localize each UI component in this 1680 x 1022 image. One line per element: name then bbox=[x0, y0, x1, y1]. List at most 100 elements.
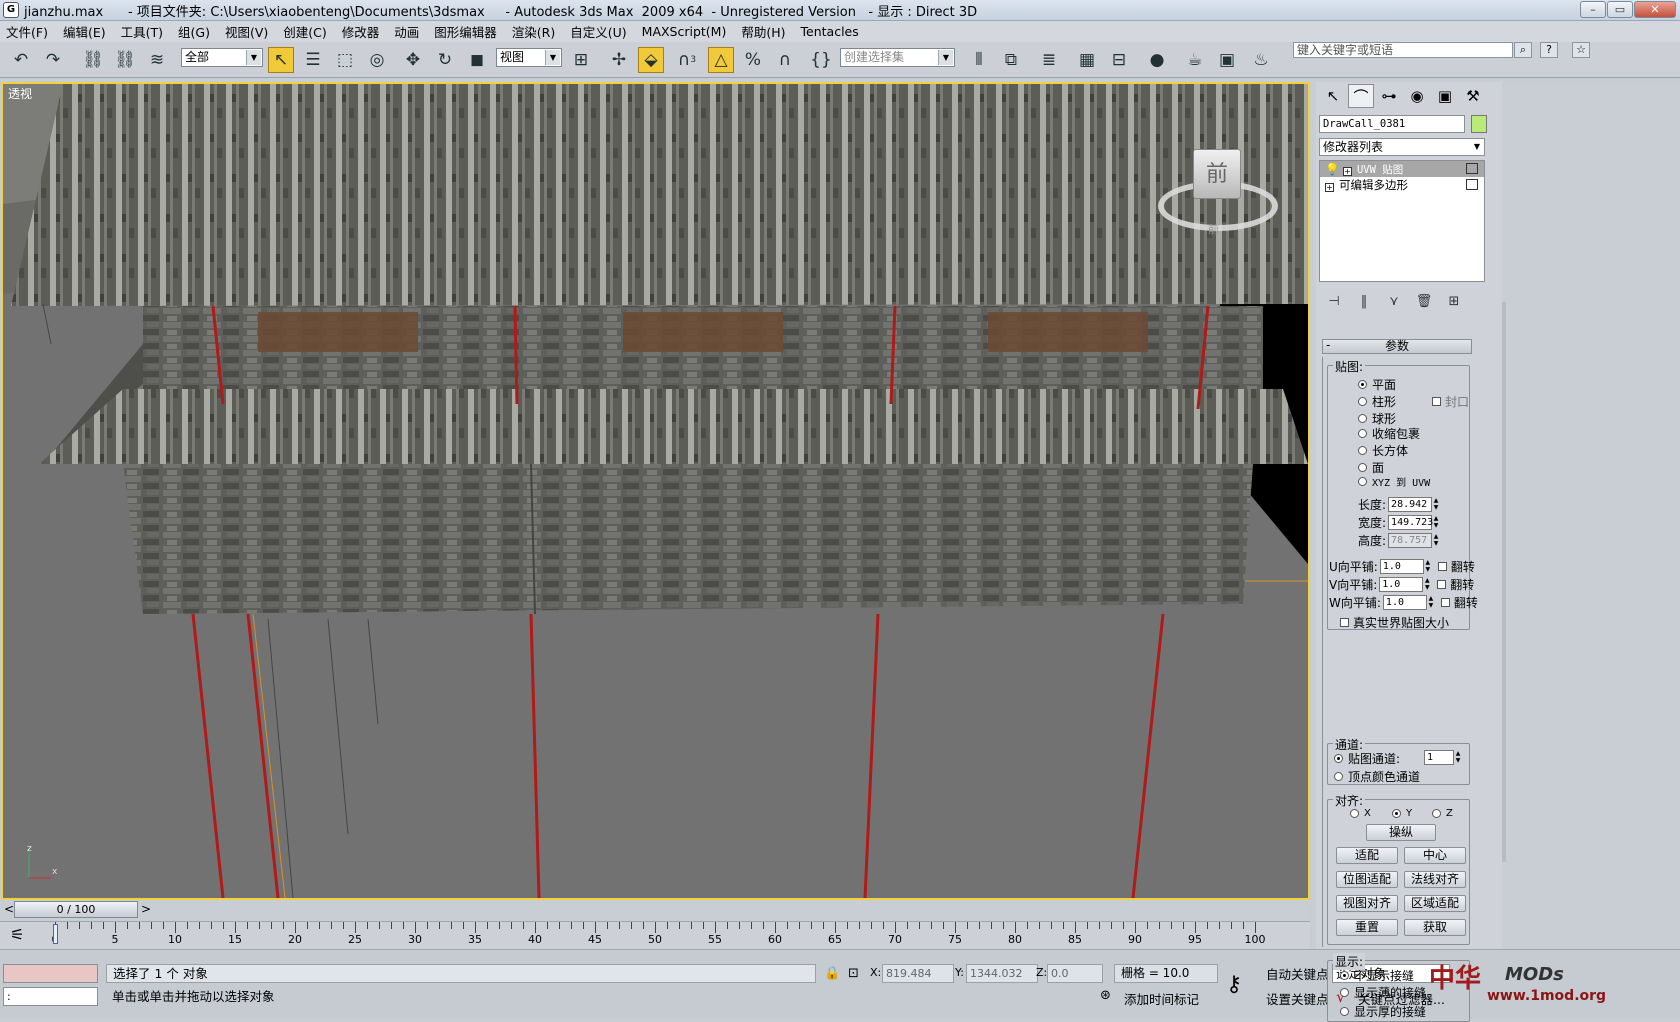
x-coord-field[interactable]: 819.484 bbox=[882, 964, 954, 983]
length-value[interactable]: 28.942 bbox=[1388, 497, 1433, 512]
bitmap-fit-button[interactable]: 位图适配 bbox=[1336, 871, 1398, 888]
render-setup-icon[interactable]: ☕ bbox=[1182, 47, 1208, 73]
map-channel-spinner[interactable]: 1 ▲ ▼ bbox=[1422, 750, 1468, 765]
menu-maxscript[interactable]: MAXScript(M) bbox=[642, 24, 727, 39]
app-icon[interactable]: G bbox=[3, 2, 19, 18]
width-spinner[interactable]: 宽度: 149.723 ▲ ▼ bbox=[1358, 514, 1446, 531]
pivot-center-icon[interactable]: ⊞ bbox=[568, 47, 594, 73]
length-spinner[interactable]: 长度: 28.942 ▲ ▼ bbox=[1358, 496, 1446, 513]
spinner-arrows-icon[interactable]: ▲ ▼ bbox=[1432, 533, 1440, 548]
bind-spacewarp-icon[interactable]: ≋ bbox=[144, 47, 170, 73]
menu-edit[interactable]: 编辑(E) bbox=[63, 22, 106, 41]
lock-icon[interactable]: 🔒 bbox=[824, 966, 840, 981]
align-x-radio[interactable]: X bbox=[1350, 808, 1371, 819]
height-value[interactable]: 78.757 bbox=[1388, 533, 1433, 548]
object-color-swatch[interactable] bbox=[1471, 115, 1487, 133]
material-editor-icon[interactable]: ● bbox=[1144, 47, 1170, 73]
rect-selection-icon[interactable]: ⬚ bbox=[332, 47, 358, 73]
curve-editor-icon[interactable]: ▦ bbox=[1074, 47, 1100, 73]
reset-button[interactable]: 重置 bbox=[1336, 919, 1398, 936]
real-world-checkbox[interactable]: 真实世界贴图大小 bbox=[1340, 614, 1449, 631]
modifier-stack[interactable]: 💡 + UVW 贴图 + 可编辑多边形 bbox=[1319, 160, 1485, 282]
spinner-arrows-icon[interactable]: ▲ ▼ bbox=[1427, 595, 1435, 610]
add-time-tag-button[interactable]: 添加时间标记 bbox=[1124, 989, 1199, 1008]
absolute-mode-icon[interactable]: ⊡ bbox=[848, 966, 859, 981]
height-spinner[interactable]: 高度: 78.757 ▲ ▼ bbox=[1358, 532, 1446, 549]
edit-named-sel-icon[interactable]: {} bbox=[808, 47, 834, 73]
make-unique-icon[interactable]: ⋎ bbox=[1379, 294, 1409, 309]
spinner-arrows-icon[interactable]: ▲ ▼ bbox=[1432, 497, 1440, 512]
snap-toggle-icon[interactable]: ∩ 3 bbox=[674, 47, 700, 73]
u-tile-value[interactable]: 1.0 bbox=[1379, 559, 1424, 574]
show-end-result-icon[interactable]: ‖ bbox=[1349, 294, 1379, 309]
map-shrinkwrap-radio[interactable]: 收缩包裹 bbox=[1358, 425, 1420, 442]
z-coord-field[interactable]: 0.0 bbox=[1047, 964, 1103, 983]
quick-render-icon[interactable]: ♨ bbox=[1248, 47, 1274, 73]
search-icon[interactable]: ⌕ bbox=[1514, 42, 1532, 58]
command-panel-scrollbar[interactable] bbox=[1502, 302, 1506, 862]
set-key-button[interactable]: 设置关键点 bbox=[1266, 989, 1329, 1008]
fit-button[interactable]: 适配 bbox=[1336, 847, 1398, 864]
percent-snap-icon[interactable]: % bbox=[740, 47, 766, 73]
u-flip-checkbox[interactable] bbox=[1437, 562, 1447, 571]
menu-customize[interactable]: 自定义(U) bbox=[570, 22, 626, 41]
collapse-icon[interactable]: - bbox=[1326, 338, 1330, 352]
maximize-button[interactable]: ▭ bbox=[1607, 1, 1633, 18]
u-tile-spinner[interactable]: U向平铺: 1.0 ▲ ▼ 翻转 bbox=[1329, 558, 1475, 575]
view-align-button[interactable]: 视图对齐 bbox=[1336, 895, 1398, 912]
spinner-arrows-icon[interactable]: ▲ ▼ bbox=[1424, 559, 1432, 574]
hierarchy-tab-icon[interactable]: ⊶ bbox=[1376, 84, 1402, 108]
menu-modifiers[interactable]: 修改器 bbox=[342, 22, 380, 41]
lightbulb-icon[interactable]: 💡 bbox=[1325, 162, 1339, 176]
y-coord-field[interactable]: 1344.032 bbox=[966, 964, 1038, 983]
menu-graph-editors[interactable]: 图形编辑器 bbox=[434, 22, 497, 41]
spinner-snap-icon[interactable]: ∩ bbox=[772, 47, 798, 73]
configure-sets-icon[interactable]: ⊞ bbox=[1439, 294, 1469, 309]
stack-item-uvw-map[interactable]: 💡 + UVW 贴图 bbox=[1320, 161, 1484, 177]
spinner-arrows-icon[interactable]: ▲ ▼ bbox=[1432, 515, 1440, 530]
pin-stack-icon[interactable]: ⊣ bbox=[1319, 294, 1349, 309]
utilities-tab-icon[interactable]: ⚒ bbox=[1460, 84, 1486, 108]
center-button[interactable]: 中心 bbox=[1404, 847, 1466, 864]
map-xyz-uvw-radio[interactable]: XYZ 到 UVW bbox=[1358, 474, 1430, 489]
select-object-icon[interactable]: ↖ bbox=[268, 47, 294, 73]
v-tile-value[interactable]: 1.0 bbox=[1379, 577, 1424, 592]
align-icon[interactable]: ⧉ bbox=[998, 47, 1024, 73]
maxscript-listener[interactable] bbox=[3, 964, 98, 983]
mirror-icon[interactable]: ⫴ bbox=[966, 47, 992, 73]
minimize-button[interactable]: – bbox=[1580, 1, 1606, 18]
track-ruler[interactable]: 0510152025303540455055606570758085909510… bbox=[52, 922, 1266, 950]
perspective-viewport[interactable]: 透视 前 前 z x bbox=[1, 82, 1310, 900]
viewport-label[interactable]: 透视 bbox=[8, 85, 32, 102]
schematic-view-icon[interactable]: ⊟ bbox=[1106, 47, 1132, 73]
keyboard-shortcut-icon[interactable]: ⬙ bbox=[638, 47, 664, 73]
spinner-arrows-icon[interactable]: ▲ ▼ bbox=[1454, 750, 1462, 765]
map-box-radio[interactable]: 长方体 bbox=[1358, 442, 1408, 459]
create-tab-icon[interactable]: ↖ bbox=[1320, 84, 1346, 108]
next-frame-icon[interactable]: > bbox=[140, 901, 152, 918]
params-rollout-header[interactable]: 参数 bbox=[1322, 339, 1472, 354]
manipulate-icon[interactable]: ✢ bbox=[606, 47, 632, 73]
object-name-field[interactable]: DrawCall_0381 bbox=[1319, 115, 1465, 133]
view-cube[interactable]: 前 前 bbox=[1158, 139, 1278, 239]
key-icon[interactable]: ⚷ bbox=[1226, 972, 1242, 997]
menu-views[interactable]: 视图(V) bbox=[225, 22, 268, 41]
cap-checkbox[interactable]: 封口 bbox=[1432, 393, 1469, 410]
display-tab-icon[interactable]: ▣ bbox=[1432, 84, 1458, 108]
w-flip-checkbox[interactable] bbox=[1440, 598, 1450, 607]
map-channel-value[interactable]: 1 bbox=[1424, 750, 1454, 765]
curve-editor-toggle-icon[interactable]: ⚟ bbox=[10, 925, 24, 944]
vertex-color-radio[interactable]: 顶点颜色通道 bbox=[1334, 768, 1420, 785]
w-tile-value[interactable]: 1.0 bbox=[1382, 595, 1427, 610]
v-tile-spinner[interactable]: V向平铺: 1.0 ▲ ▼ 翻转 bbox=[1329, 576, 1474, 593]
window-crossing-icon[interactable]: ◎ bbox=[364, 47, 390, 73]
layer-manager-icon[interactable]: ≣ bbox=[1036, 47, 1062, 73]
redo-icon[interactable]: ↷ bbox=[40, 47, 66, 73]
undo-icon[interactable]: ↶ bbox=[8, 47, 34, 73]
close-button[interactable]: ✕ bbox=[1634, 1, 1676, 18]
motion-tab-icon[interactable]: ◉ bbox=[1404, 84, 1430, 108]
menu-tentacles[interactable]: Tentacles bbox=[801, 24, 859, 39]
angle-snap-icon[interactable]: △ bbox=[708, 47, 734, 73]
link-icon[interactable]: ⛓ bbox=[80, 47, 106, 73]
w-tile-spinner[interactable]: W向平铺: 1.0 ▲ ▼ 翻转 bbox=[1329, 594, 1478, 611]
